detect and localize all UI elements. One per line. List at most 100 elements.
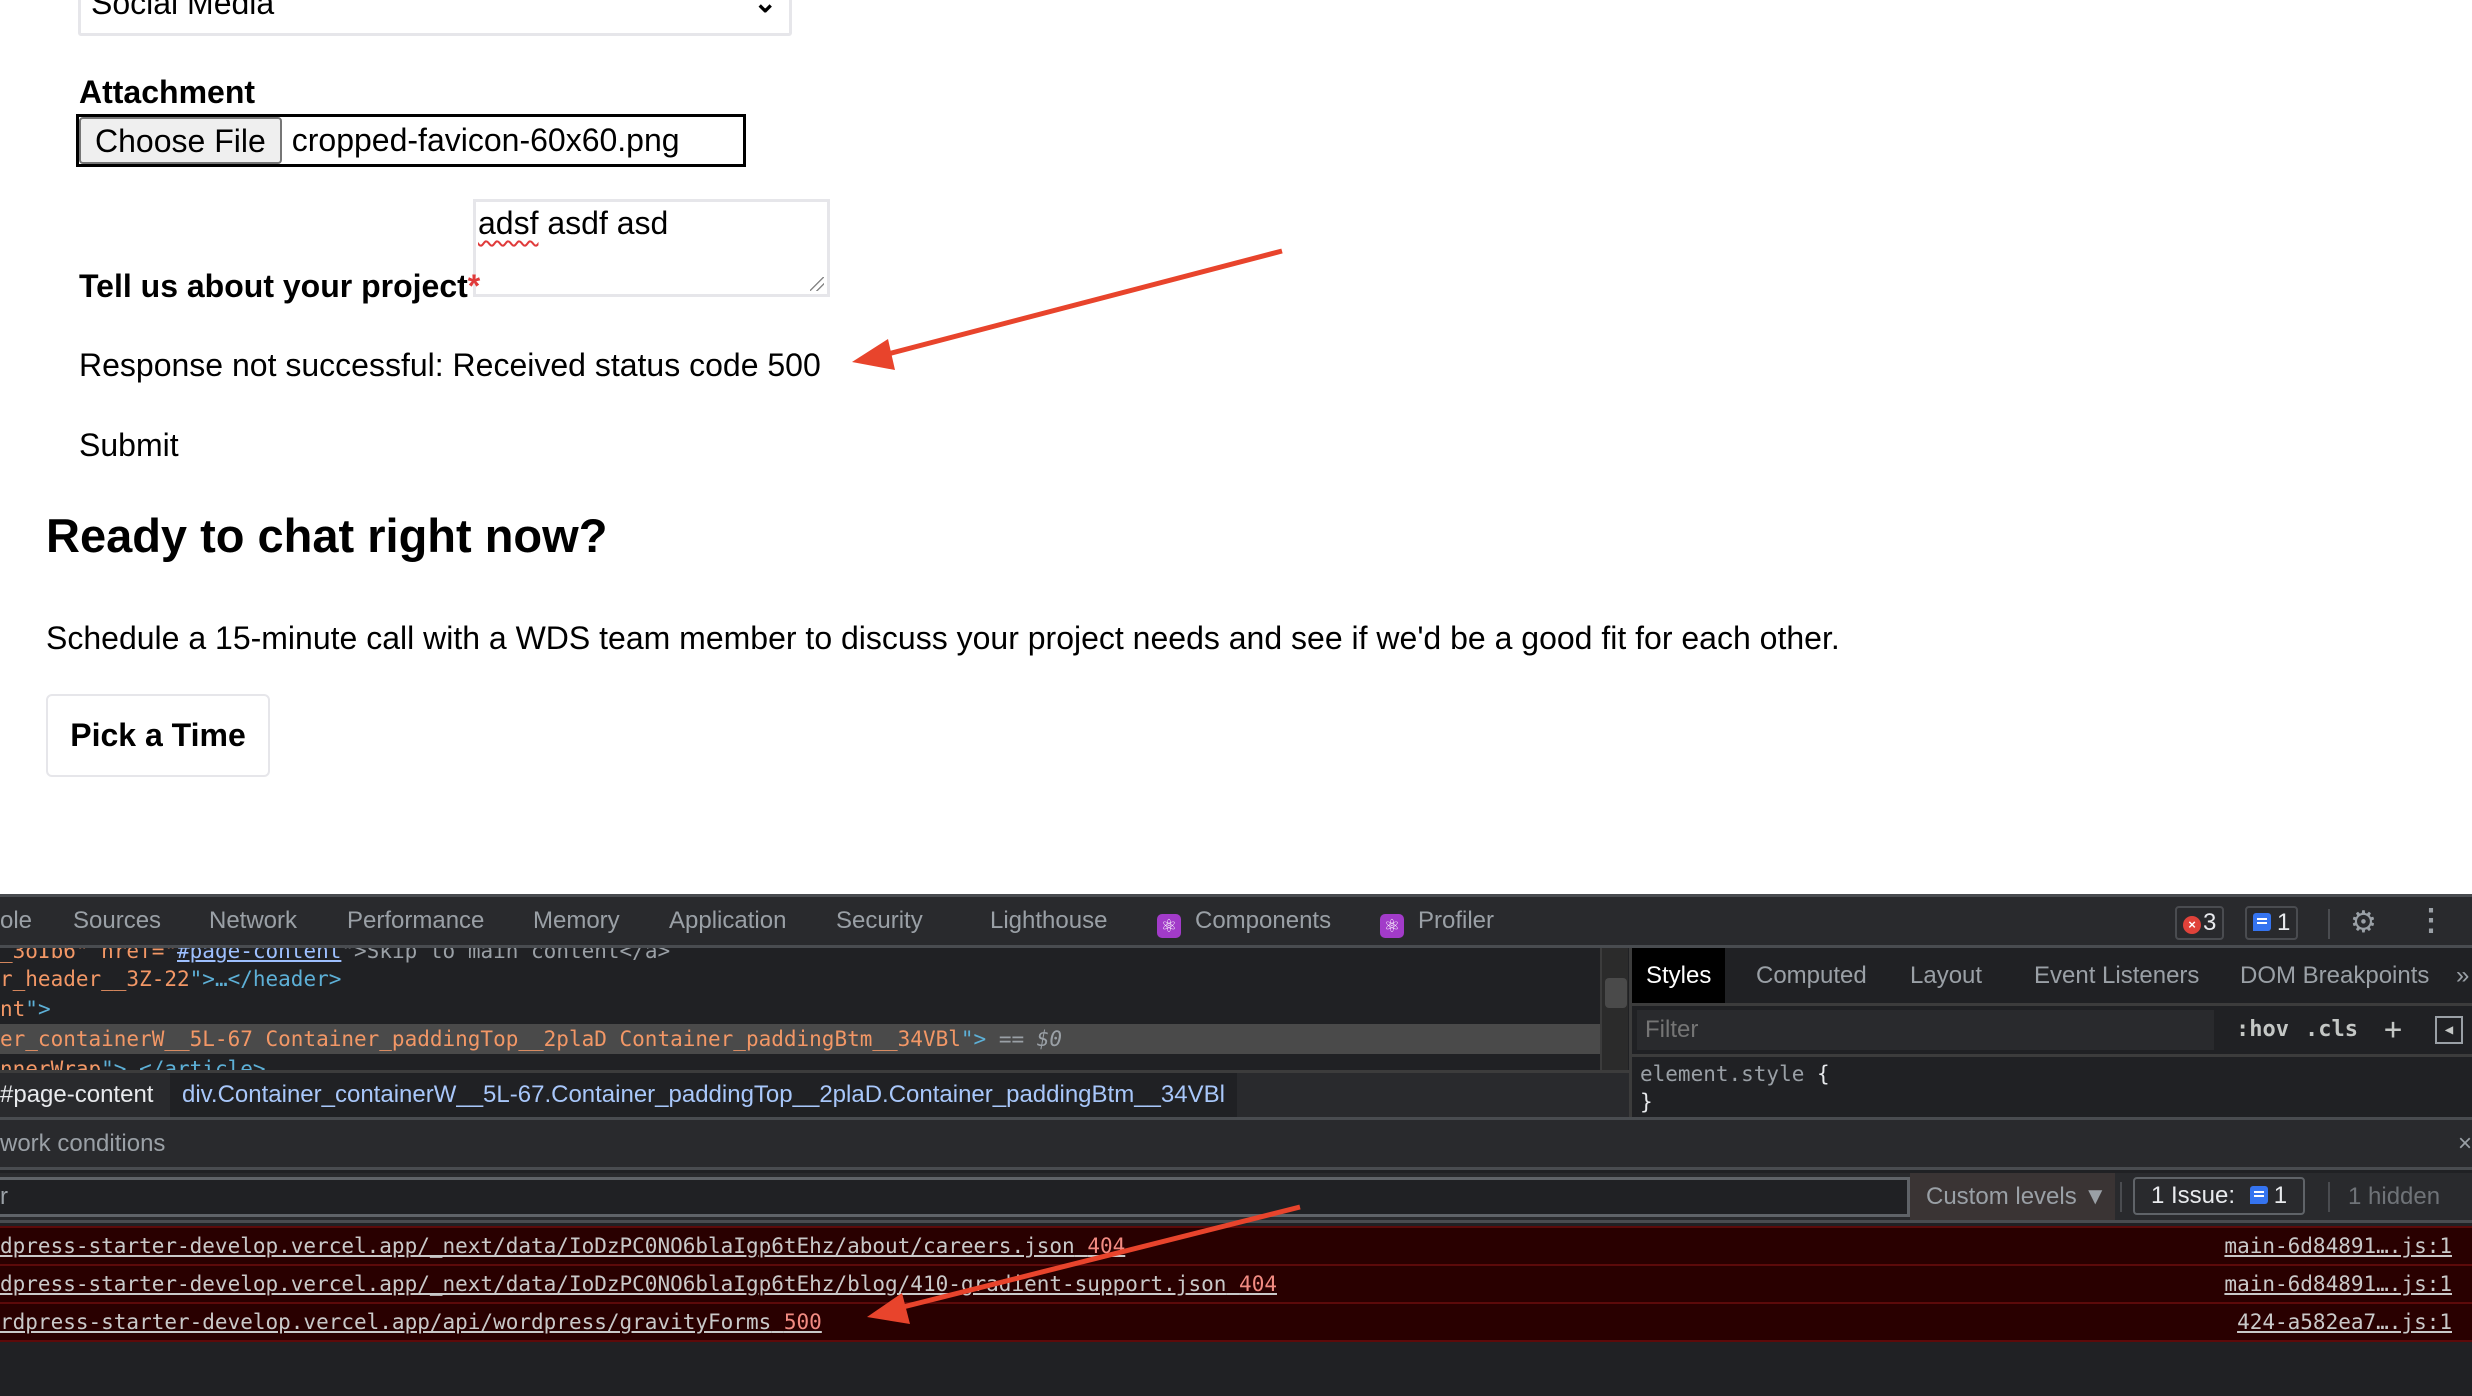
tab-performance[interactable]: Performance — [347, 897, 484, 945]
tab-profiler-label: Profiler — [1418, 907, 1495, 934]
console-toolbar: r Custom levels ▼ 1 Issue: 1 1 hidden — [0, 1173, 2472, 1223]
divider — [1632, 1003, 2472, 1006]
divider — [0, 1340, 2472, 1342]
tab-console[interactable]: ole — [0, 897, 32, 945]
devtools-tab-bar: ole Sources Network Performance Memory A… — [0, 894, 2472, 948]
dom-node-line[interactable]: nt"> — [0, 994, 1600, 1024]
devtools-panel: ole Sources Network Performance Memory A… — [0, 894, 2472, 1396]
new-style-rule-button[interactable]: + — [2384, 1010, 2402, 1050]
scrollbar-thumb[interactable] — [1605, 978, 1627, 1008]
source-select[interactable]: Social Media ⌄ — [78, 0, 792, 36]
error-request-url[interactable]: dpress-starter-develop.vercel.app/_next/… — [0, 1266, 1277, 1302]
error-icon: × — [2183, 916, 2201, 934]
issues-count: 1 — [2273, 1182, 2288, 1209]
selected-marker: == $0 — [986, 1027, 1063, 1051]
tab-components-label: Components — [1195, 907, 1332, 934]
react-icon: ⚛ — [1380, 914, 1404, 938]
open-brace: { — [1817, 1062, 1830, 1086]
elements-tree: _3oIb6" href="#page-content">Skip to mai… — [0, 948, 1600, 1070]
dom-node-line-selected[interactable]: er_containerW__5L-67 Container_paddingTo… — [0, 1024, 1600, 1054]
misspelled-word: adsf — [478, 205, 539, 241]
console-error-row: dpress-starter-develop.vercel.app/_next/… — [0, 1264, 2472, 1302]
element-style-rule[interactable]: element.style { — [1640, 1062, 1830, 1086]
tab-profiler[interactable]: ⚛ Profiler — [1380, 897, 1494, 945]
error-source-link[interactable]: main-6d84891….js:1 — [2224, 1266, 2452, 1302]
close-brace: } — [1640, 1090, 1653, 1114]
message-icon — [2249, 1186, 2268, 1204]
dom-node-line[interactable]: nnerWrap">…</article> — [0, 1054, 1600, 1070]
toggle-sidebar-icon[interactable]: ◀ — [2435, 1016, 2463, 1044]
tab-lighthouse[interactable]: Lighthouse — [990, 897, 1107, 945]
message-count-badge[interactable]: 1 — [2245, 906, 2299, 940]
rule-selector: element.style — [1640, 1062, 1805, 1086]
dom-node-line[interactable]: r_header__3Z-22">…</header> — [0, 964, 1600, 994]
tab-components[interactable]: ⚛ Components — [1157, 897, 1331, 945]
tab-security[interactable]: Security — [836, 897, 923, 945]
status-code: 500 — [783, 1310, 822, 1334]
elements-scrollbar[interactable] — [1600, 948, 1628, 1070]
class-toggle-button[interactable]: .cls — [2305, 1010, 2358, 1050]
log-levels-dropdown[interactable]: Custom levels ▼ — [1910, 1173, 2115, 1220]
error-count: 3 — [2203, 909, 2217, 936]
settings-gear-icon[interactable]: ⚙ — [2350, 905, 2377, 940]
tab-sources[interactable]: Sources — [73, 897, 161, 945]
breadcrumb-page-content[interactable]: #page-content — [0, 1073, 165, 1117]
select-value: Social Media — [91, 0, 275, 21]
tag-text: ">…</header> — [189, 967, 342, 991]
textarea-text: asdf asd — [538, 205, 669, 241]
error-request-url[interactable]: rdpress-starter-develop.vercel.app/api/w… — [0, 1304, 822, 1340]
hidden-messages-count: 1 hidden — [2348, 1183, 2441, 1210]
tab-dom-breakpoints[interactable]: DOM Breakpoints — [2226, 948, 2443, 1003]
choose-file-button[interactable]: Choose File — [79, 117, 282, 164]
error-source-link[interactable]: 424-a582ea7….js:1 — [2237, 1304, 2452, 1340]
styles-pane: Styles Computed Layout Event Listeners D… — [1629, 948, 2472, 1117]
issues-button[interactable]: 1 Issue: 1 — [2133, 1177, 2306, 1215]
chevron-down-icon: ⌄ — [753, 0, 777, 18]
status-code: 404 — [1239, 1272, 1277, 1296]
attr-value: nt — [0, 997, 26, 1021]
chat-description: Schedule a 15-minute call with a WDS tea… — [46, 620, 1840, 656]
console-filter-input[interactable]: r — [0, 1177, 1910, 1217]
tab-layout[interactable]: Layout — [1896, 948, 1996, 1003]
anchor-link[interactable]: #page-content — [177, 948, 341, 963]
breadcrumb-container-div[interactable]: div.Container_containerW__5L-67.Containe… — [170, 1073, 1237, 1117]
resize-handle-icon[interactable] — [810, 277, 824, 291]
message-count: 1 — [2277, 909, 2291, 936]
tab-event-listeners[interactable]: Event Listeners — [2020, 948, 2213, 1003]
more-options-icon[interactable]: ⋮ — [2416, 903, 2446, 938]
tag-text: "> — [960, 1027, 987, 1051]
attr-value: er_containerW__5L-67 Container_paddingTo… — [0, 1027, 961, 1051]
project-description-textarea[interactable]: adsf asdf asd — [473, 199, 830, 297]
project-label: Tell us about your project* — [79, 268, 480, 305]
attr-value: nnerWrap — [0, 1057, 102, 1070]
drawer-header: work conditions × — [0, 1117, 2472, 1170]
tab-styles[interactable]: Styles — [1632, 948, 1726, 1003]
toolbar-divider — [2120, 1182, 2122, 1212]
console-error-row: rdpress-starter-develop.vercel.app/api/w… — [0, 1302, 2472, 1340]
pick-a-time-button[interactable]: Pick a Time — [46, 694, 270, 777]
tab-network[interactable]: Network — [209, 897, 297, 945]
error-source-link[interactable]: main-6d84891….js:1 — [2224, 1228, 2452, 1264]
error-request-url[interactable]: dpress-starter-develop.vercel.app/_next/… — [0, 1228, 1125, 1264]
tab-computed[interactable]: Computed — [1742, 948, 1881, 1003]
more-tabs-icon[interactable]: » — [2442, 948, 2472, 1003]
project-label-text: Tell us about your project — [79, 268, 468, 304]
hover-state-button[interactable]: :hov — [2236, 1010, 2289, 1050]
dom-breadcrumbs: #page-content div.Container_containerW__… — [0, 1070, 1629, 1117]
status-code: 404 — [1087, 1234, 1126, 1258]
chat-heading: Ready to chat right now? — [46, 509, 608, 562]
node-text: ">Skip to main content</a> — [341, 948, 671, 963]
tab-network-conditions[interactable]: work conditions — [0, 1120, 165, 1167]
tag-text: "> — [25, 997, 51, 1021]
styles-filter-input[interactable] — [1637, 1010, 2214, 1050]
submit-button[interactable]: Submit — [79, 427, 179, 464]
attachment-label: Attachment — [79, 74, 256, 110]
attachment-file-input[interactable]: Choose File cropped-favicon-60x60.png — [76, 114, 746, 167]
attr-value: r_header__3Z-22 — [0, 967, 190, 991]
web-page: Social Media ⌄ Attachment Choose File cr… — [0, 0, 2472, 894]
error-count-badge[interactable]: × 3 — [2175, 906, 2225, 940]
selected-file-name: cropped-favicon-60x60.png — [291, 122, 680, 158]
tab-memory[interactable]: Memory — [533, 897, 620, 945]
tab-application[interactable]: Application — [669, 897, 786, 945]
close-drawer-icon[interactable]: × — [2458, 1120, 2472, 1167]
